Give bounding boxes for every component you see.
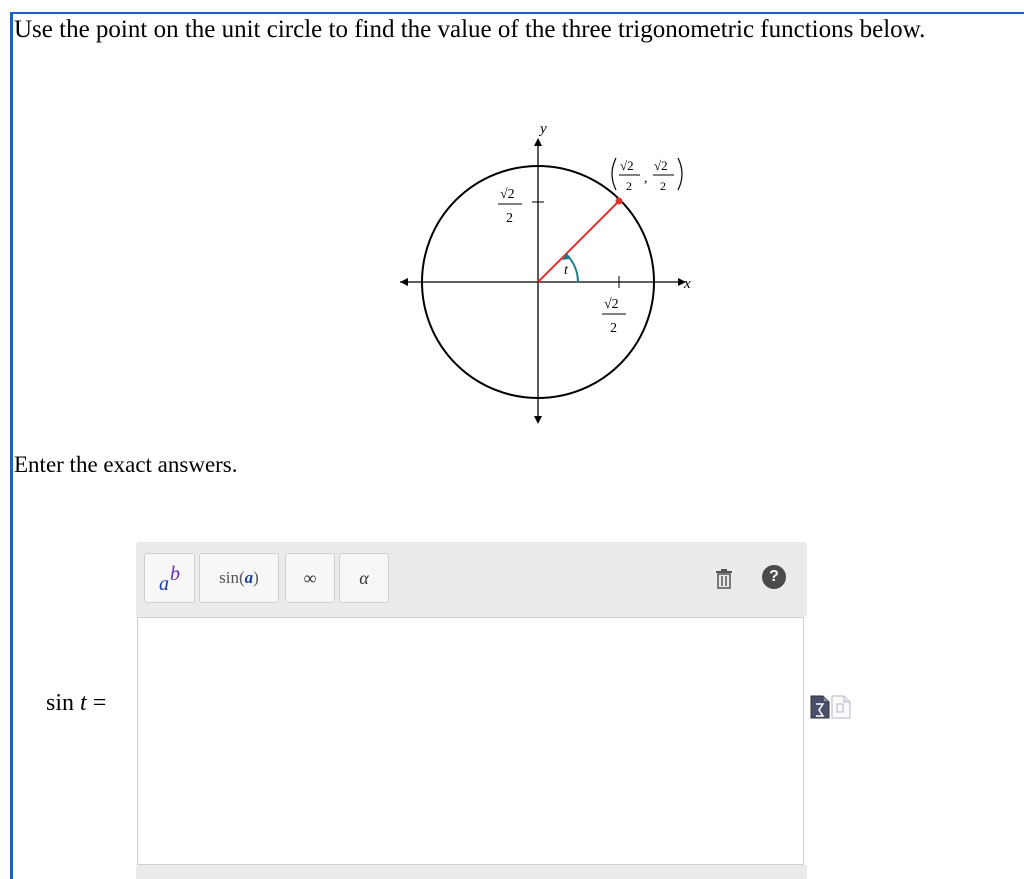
sin-button[interactable]: sin (a) bbox=[199, 553, 279, 603]
trash-icon bbox=[716, 569, 732, 589]
help-button[interactable]: ? bbox=[762, 565, 786, 589]
frame-top-border bbox=[10, 12, 1024, 14]
y-tick-numerator: √2 bbox=[500, 187, 515, 202]
sin-func: sin bbox=[219, 568, 239, 587]
y-tick-denominator: 2 bbox=[506, 211, 513, 226]
x-tick-denominator: 2 bbox=[610, 321, 617, 336]
math-toolbar: ab sin (a) ∞ α ? bbox=[136, 542, 807, 617]
power-base: a bbox=[159, 572, 169, 595]
instruction-text: Enter the exact answers. bbox=[14, 452, 238, 477]
terminal-point bbox=[615, 197, 623, 205]
radius-line bbox=[537, 200, 620, 283]
infinity-button[interactable]: ∞ bbox=[285, 553, 335, 603]
y-axis-label: y bbox=[538, 121, 547, 137]
sin-arg: a bbox=[244, 568, 254, 587]
sin-close: ) bbox=[253, 568, 259, 587]
trash-button[interactable] bbox=[709, 564, 739, 594]
point-label-x-denominator: 2 bbox=[626, 179, 632, 193]
point-label-close-paren bbox=[677, 157, 683, 191]
answer-label: sin t = bbox=[46, 690, 106, 717]
y-axis-down-arrow bbox=[534, 416, 542, 424]
sigma-doc-icon[interactable] bbox=[810, 695, 830, 719]
x-tick-numerator: √2 bbox=[604, 297, 619, 312]
page-icon[interactable] bbox=[831, 695, 851, 719]
power-exponent: b bbox=[170, 562, 180, 585]
x-axis-label: x bbox=[683, 276, 691, 292]
y-axis-up-arrow bbox=[534, 138, 542, 146]
unit-circle-svg: y x t √2 2 √2 2 √2 2 , √2 2 bbox=[400, 121, 691, 424]
point-label-y-numerator: √2 bbox=[654, 158, 668, 173]
answer-equals: = bbox=[92, 690, 107, 716]
unit-circle-figure: y x t √2 2 √2 2 √2 2 , √2 2 bbox=[390, 118, 710, 438]
x-axis-left-arrow bbox=[400, 278, 408, 286]
point-label-y-denominator: 2 bbox=[660, 179, 666, 193]
answer-input-area[interactable] bbox=[137, 617, 804, 865]
frame-left-border bbox=[10, 12, 13, 879]
point-label-comma: , bbox=[644, 171, 648, 186]
question-prompt: Use the point on the unit circle to find… bbox=[14, 16, 926, 43]
alpha-button[interactable]: α bbox=[339, 553, 389, 603]
point-label-x-numerator: √2 bbox=[620, 158, 634, 173]
power-button[interactable]: ab bbox=[144, 553, 195, 603]
answer-var: t bbox=[80, 690, 87, 716]
angle-label: t bbox=[564, 263, 569, 278]
answer-area-bottom-bar bbox=[136, 865, 807, 879]
point-label-open-paren bbox=[611, 157, 617, 191]
answer-func: sin bbox=[46, 690, 75, 716]
